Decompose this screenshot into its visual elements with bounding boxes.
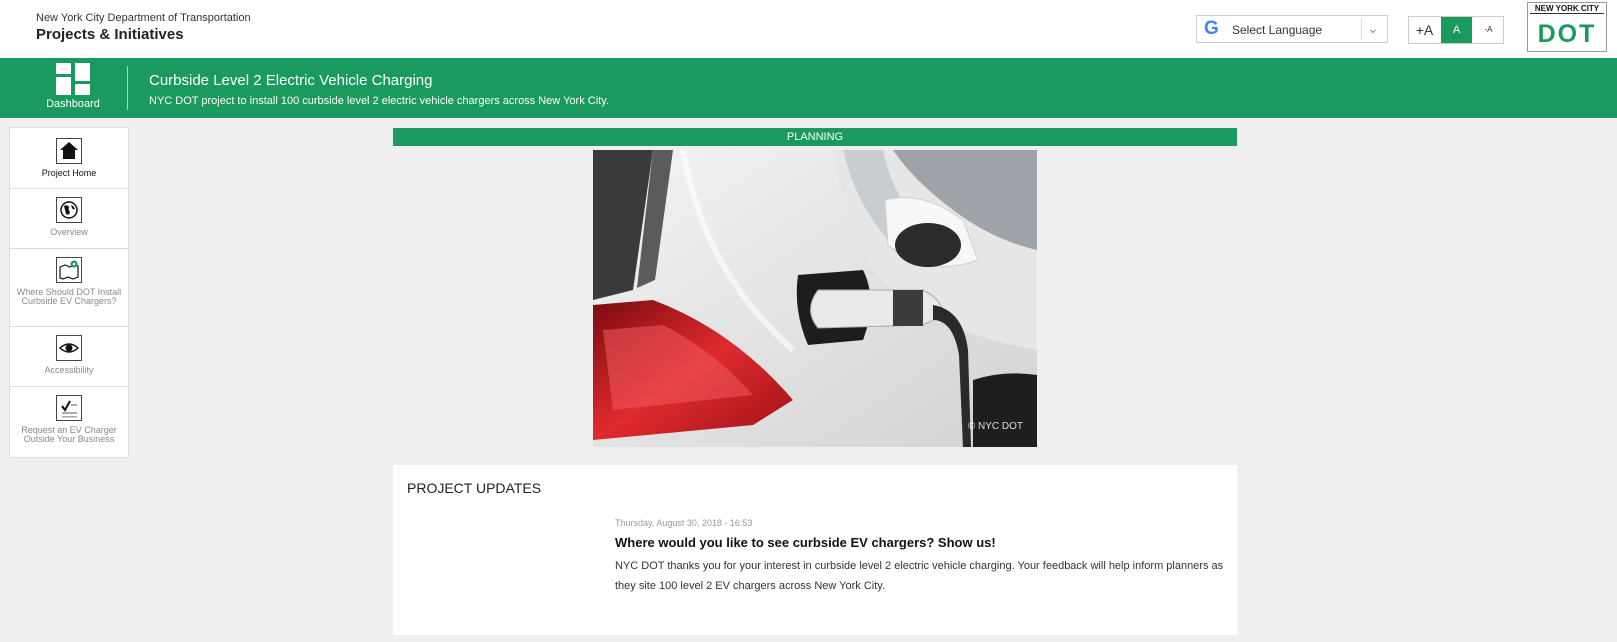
project-description: NYC DOT project to install 100 curbside … bbox=[149, 95, 609, 107]
dashboard-button[interactable]: Dashboard bbox=[36, 63, 110, 110]
sidebar-item-overview[interactable]: Overview bbox=[10, 189, 128, 249]
font-size-controls: +A A -A bbox=[1408, 16, 1504, 44]
map-pin-icon bbox=[56, 257, 82, 283]
font-decrease-button[interactable]: -A bbox=[1473, 17, 1504, 43]
update-timestamp: Thursday, August 30, 2018 - 16:53 bbox=[615, 518, 753, 528]
project-bar: Dashboard Curbside Level 2 Electric Vehi… bbox=[0, 58, 1617, 118]
ev-charging-photo: © NYC DOT bbox=[593, 150, 1037, 447]
project-updates-panel: PROJECT UPDATES Thursday, August 30, 201… bbox=[393, 465, 1237, 635]
logo-main-text: DOT bbox=[1537, 20, 1597, 48]
dashboard-icon bbox=[56, 63, 90, 95]
google-icon: G bbox=[1204, 18, 1219, 39]
divider bbox=[1361, 18, 1362, 40]
font-increase-button[interactable]: +A bbox=[1409, 17, 1440, 43]
font-default-button[interactable]: A bbox=[1441, 17, 1472, 43]
site-header: New York City Department of Transportati… bbox=[0, 0, 1617, 58]
language-select-label: Select Language bbox=[1232, 23, 1323, 37]
project-title: Curbside Level 2 Electric Vehicle Chargi… bbox=[149, 72, 433, 89]
eye-icon bbox=[56, 335, 82, 361]
globe-icon bbox=[56, 197, 82, 223]
photo-credit: © NYC DOT bbox=[967, 421, 1023, 432]
site-section-title[interactable]: Projects & Initiatives bbox=[36, 26, 184, 43]
sidebar-item-label: Where Should DOT Install Curbside EV Cha… bbox=[16, 287, 122, 306]
sidebar-item-label: Overview bbox=[50, 227, 88, 237]
house-icon bbox=[56, 138, 82, 164]
logo-top-text: NEW YORK CITY bbox=[1530, 4, 1604, 14]
sidebar-item-label: Accessibility bbox=[44, 365, 94, 375]
sidebar-item-label: Project Home bbox=[41, 168, 97, 178]
checklist-icon bbox=[56, 395, 82, 421]
update-title[interactable]: Where would you like to see curbside EV … bbox=[615, 535, 996, 550]
nyc-dot-logo[interactable]: NEW YORK CITY DOT bbox=[1527, 2, 1607, 52]
sidebar-item-project-home[interactable]: Project Home bbox=[10, 128, 128, 189]
update-body: NYC DOT thanks you for your interest in … bbox=[615, 560, 1224, 592]
sidebar-item-where-should-dot-install[interactable]: Where Should DOT Install Curbside EV Cha… bbox=[10, 249, 128, 327]
sidebar-item-request-ev-charger[interactable]: Request an EV Charger Outside Your Busin… bbox=[10, 387, 128, 457]
chevron-down-icon: ⌄ bbox=[1367, 20, 1379, 36]
org-name: New York City Department of Transportati… bbox=[36, 12, 251, 24]
divider bbox=[127, 66, 128, 110]
project-updates-heading: PROJECT UPDATES bbox=[407, 480, 542, 496]
ev-charging-illustration bbox=[593, 150, 1037, 447]
language-select[interactable]: G Select Language ⌄ bbox=[1196, 15, 1388, 43]
sidebar-item-label: Request an EV Charger Outside Your Busin… bbox=[21, 425, 117, 444]
sidebar-item-accessibility[interactable]: Accessibility bbox=[10, 327, 128, 387]
dashboard-label: Dashboard bbox=[46, 98, 100, 110]
project-status-badge: PLANNING bbox=[393, 128, 1237, 146]
project-sidebar: Project Home Overview Where Should DOT I… bbox=[9, 127, 129, 458]
